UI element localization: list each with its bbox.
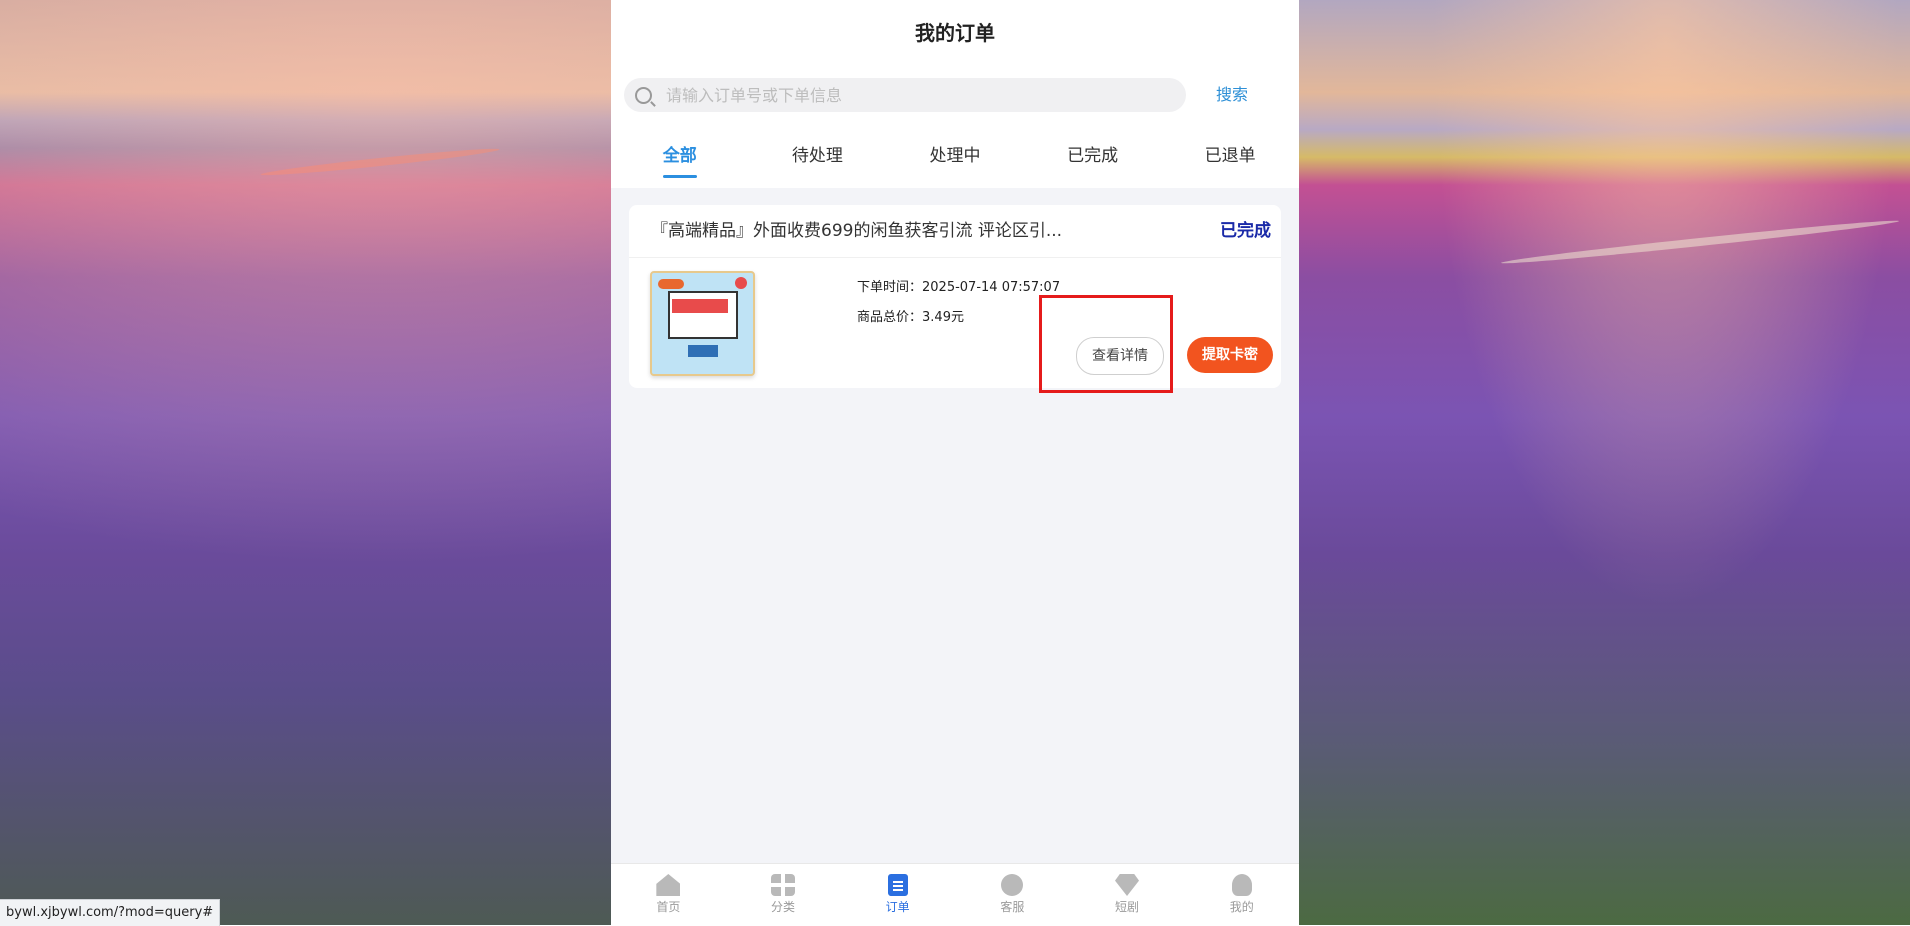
card-divider	[629, 257, 1281, 258]
order-time-value: 2025-07-14 07:57:07	[922, 280, 1061, 295]
highlight-annotation	[1039, 295, 1173, 393]
search-button[interactable]: 搜索	[1216, 78, 1248, 112]
nav-label: 分类	[771, 900, 796, 914]
nav-label: 订单	[885, 900, 910, 914]
order-title[interactable]: 『高端精品』外面收费699的闲鱼获客引流 评论区引...	[651, 205, 1091, 257]
thumbnail-decoration	[658, 279, 684, 289]
nav-label: 短剧	[1115, 900, 1140, 914]
nav-profile[interactable]: 我的	[1184, 864, 1299, 926]
headset-icon	[1001, 874, 1024, 896]
thumbnail-decoration	[688, 345, 718, 357]
tab-processing[interactable]: 处理中	[886, 128, 1024, 188]
nav-home[interactable]: 首页	[611, 864, 726, 926]
order-time: 下单时间：2025-07-14 07:57:07	[857, 276, 1060, 295]
tab-all[interactable]: 全部	[611, 128, 749, 188]
status-bar-url: bywl.xjbywl.com/?mod=query#	[0, 899, 221, 926]
grid-icon	[771, 874, 795, 896]
order-card: 『高端精品』外面收费699的闲鱼获客引流 评论区引... 已完成 下单时间：20…	[629, 205, 1281, 388]
search-bar: 搜索	[611, 62, 1299, 128]
bottom-nav: 首页 分类 订单 客服 短剧 我的	[611, 863, 1299, 926]
home-icon	[656, 874, 681, 896]
search-box[interactable]	[624, 78, 1186, 112]
product-thumbnail[interactable]	[650, 271, 755, 376]
extract-card-button[interactable]: 提取卡密	[1187, 337, 1273, 373]
page-title: 我的订单	[611, 0, 1299, 63]
thumbnail-banner	[672, 299, 728, 313]
order-status-badge: 已完成	[1220, 221, 1271, 241]
order-tabs: 全部 待处理 处理中 已完成 已退单	[611, 128, 1299, 188]
nav-label: 客服	[1000, 900, 1025, 914]
order-price: 商品总价：3.49元	[857, 306, 964, 325]
order-price-value: 3.49元	[922, 310, 964, 325]
mobile-panel: 我的订单 搜索 全部 待处理 处理中 已完成 已退单 『高端精品』外面收费699…	[611, 0, 1299, 926]
tab-pending[interactable]: 待处理	[749, 128, 887, 188]
tab-refunded[interactable]: 已退单	[1161, 128, 1299, 188]
nav-category[interactable]: 分类	[726, 864, 841, 926]
search-input[interactable]	[664, 84, 1148, 106]
order-time-label: 下单时间：	[857, 280, 923, 295]
nav-service[interactable]: 客服	[955, 864, 1070, 926]
order-price-label: 商品总价：	[857, 310, 923, 325]
nav-label: 我的	[1229, 900, 1254, 914]
tab-completed[interactable]: 已完成	[1024, 128, 1162, 188]
user-icon	[1231, 874, 1252, 896]
nav-label: 首页	[656, 900, 681, 914]
diamond-icon	[1115, 874, 1140, 896]
nav-orders[interactable]: 订单	[840, 864, 955, 926]
background-right	[1299, 0, 1910, 925]
order-icon	[887, 874, 908, 896]
thumbnail-decoration	[735, 277, 747, 289]
nav-drama[interactable]: 短剧	[1070, 864, 1185, 926]
search-icon	[635, 86, 652, 104]
